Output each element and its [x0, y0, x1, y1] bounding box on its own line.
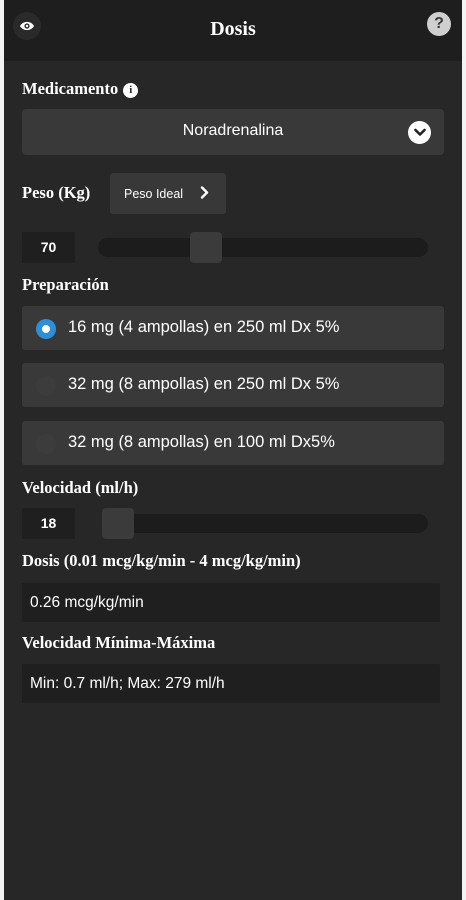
header-bar: Dosis ?	[4, 0, 462, 61]
dosis-value: 0.26 mcg/kg/min	[30, 594, 144, 611]
chevron-right-icon	[200, 186, 209, 204]
velocidad-slider-thumb[interactable]	[102, 508, 134, 539]
preparacion-option-label: 16 mg (4 ampollas) en 250 ml Dx 5%	[68, 318, 340, 336]
radio-button[interactable]	[36, 434, 56, 454]
peso-ideal-button[interactable]: Peso Ideal	[110, 173, 226, 214]
preparacion-label: Preparación	[22, 275, 109, 294]
page-title: Dosis	[210, 18, 256, 40]
medicamento-label-text: Medicamento	[22, 79, 119, 98]
peso-slider-thumb[interactable]	[190, 232, 223, 263]
preparacion-option-1[interactable]: 16 mg (4 ampollas) en 250 ml Dx 5%	[22, 306, 444, 350]
dosis-label: Dosis (0.01 mcg/kg/min - 4 mcg/kg/min)	[22, 551, 301, 570]
peso-slider-track[interactable]	[98, 232, 428, 263]
help-icon[interactable]: ?	[427, 12, 451, 36]
radio-button[interactable]	[36, 376, 56, 396]
peso-ideal-label: Peso Ideal	[124, 187, 184, 201]
preparacion-option-3[interactable]: 32 mg (8 ampollas) en 100 ml Dx5%	[22, 421, 444, 465]
chevron-down-icon	[408, 121, 431, 144]
velocidad-value[interactable]: 18	[22, 508, 75, 539]
velocidad-minmax-output: Min: 0.7 ml/h; Max: 279 ml/h	[22, 664, 440, 703]
preparacion-option-label: 32 mg (8 ampollas) en 250 ml Dx 5%	[68, 375, 340, 393]
medicamento-selected-value: Noradrenalina	[182, 122, 284, 139]
velocidad-slider-track[interactable]	[102, 508, 428, 539]
medicamento-select[interactable]: Noradrenalina	[22, 109, 444, 155]
peso-value[interactable]: 70	[22, 232, 75, 263]
velocidad-minmax-label: Velocidad Mínima-Máxima	[22, 633, 216, 652]
velocidad-label: Velocidad (ml/h)	[22, 478, 139, 497]
velocidad-minmax-value: Min: 0.7 ml/h; Max: 279 ml/h	[30, 675, 225, 692]
preparacion-option-2[interactable]: 32 mg (8 ampollas) en 250 ml Dx 5%	[22, 363, 444, 407]
preparacion-option-label: 32 mg (8 ampollas) en 100 ml Dx5%	[68, 433, 335, 451]
peso-label: Peso (Kg)	[22, 183, 91, 202]
medicamento-label: Medicamento i	[22, 79, 139, 99]
info-icon[interactable]: i	[123, 83, 139, 98]
dosis-output: 0.26 mcg/kg/min	[22, 583, 440, 622]
app-window: Dosis ? Medicamento i Noradrenalina Peso …	[4, 0, 462, 900]
radio-button[interactable]	[36, 319, 56, 339]
